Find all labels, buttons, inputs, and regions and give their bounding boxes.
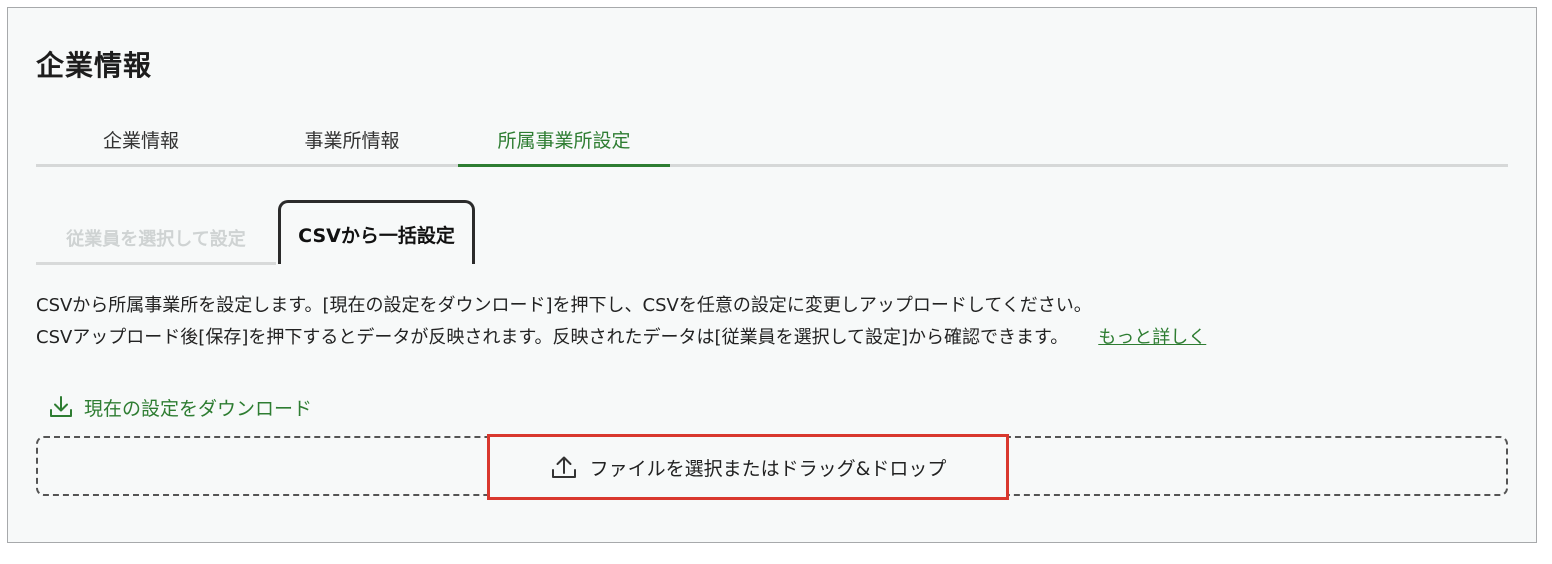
tab-office-assignment[interactable]: 所属事業所設定 bbox=[458, 120, 670, 167]
company-info-panel: 企業情報 企業情報 事業所情報 所属事業所設定 従業員を選択して設定 CSVから… bbox=[7, 7, 1537, 543]
more-details-link[interactable]: もっと詳しく bbox=[1098, 327, 1206, 348]
download-current-settings-link[interactable]: 現在の設定をダウンロード bbox=[48, 392, 312, 422]
main-tab-bar: 企業情報 事業所情報 所属事業所設定 bbox=[36, 120, 1508, 167]
subtab-csv-bulk[interactable]: CSVから一括設定 bbox=[278, 200, 475, 264]
select-file-button[interactable]: ファイルを選択またはドラッグ&ドロップ bbox=[487, 434, 1009, 500]
description-line-1: CSVから所属事業所を設定します。[現在の設定をダウンロード]を押下し、CSVを… bbox=[36, 295, 1092, 316]
subtab-select-employees[interactable]: 従業員を選択して設定 bbox=[36, 214, 276, 265]
description: CSVから所属事業所を設定します。[現在の設定をダウンロード]を押下し、CSVを… bbox=[36, 290, 1516, 354]
tab-office-info[interactable]: 事業所情報 bbox=[246, 120, 458, 164]
upload-icon bbox=[551, 456, 576, 478]
description-line-2-text: CSVアップロード後[保存]を押下するとデータが反映されます。反映されたデータは… bbox=[36, 327, 1069, 348]
download-label: 現在の設定をダウンロード bbox=[84, 397, 313, 420]
page-title: 企業情報 bbox=[36, 49, 153, 82]
description-line-2: CSVアップロード後[保存]を押下するとデータが反映されます。反映されたデータは… bbox=[36, 322, 1516, 354]
sub-tab-bar: 従業員を選択して設定 CSVから一括設定 bbox=[36, 200, 476, 265]
download-icon bbox=[50, 396, 72, 417]
upload-label: ファイルを選択またはドラッグ&ドロップ bbox=[589, 457, 947, 480]
tab-company-info[interactable]: 企業情報 bbox=[36, 120, 246, 164]
